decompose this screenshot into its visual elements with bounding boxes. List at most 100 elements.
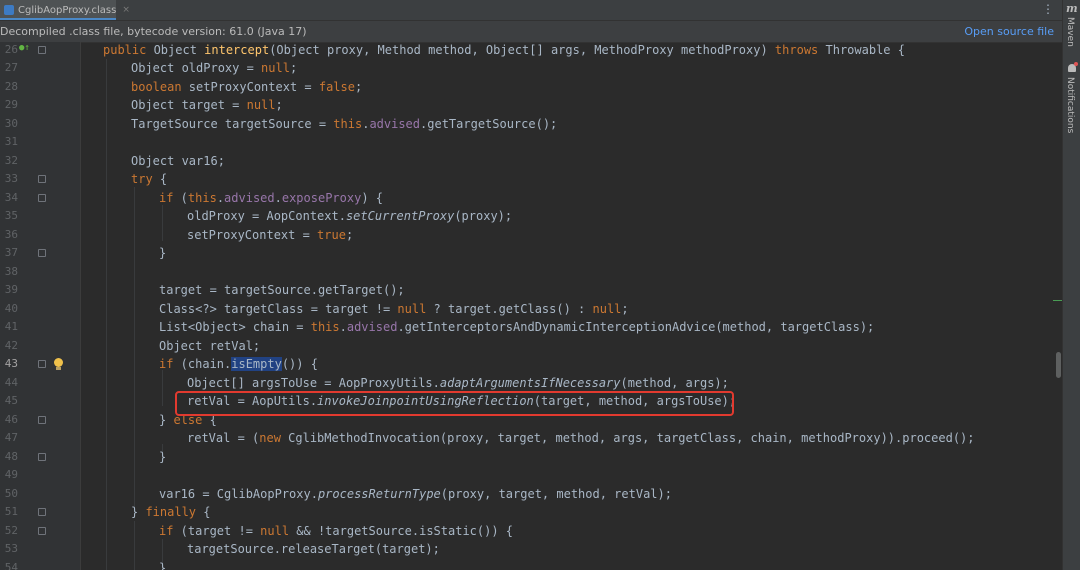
line-number: 30 bbox=[4, 117, 18, 130]
line-number: 50 bbox=[4, 487, 18, 500]
maven-tool-window-button[interactable]: Maven bbox=[1065, 17, 1075, 47]
code-line: 29 Object target = null; bbox=[0, 96, 1062, 114]
code-line: 27 Object oldProxy = null; bbox=[0, 59, 1062, 77]
maven-icon[interactable]: m bbox=[1066, 2, 1078, 15]
notifications-tool-window-button[interactable]: Notifications bbox=[1065, 77, 1075, 133]
line-number: 27 bbox=[4, 61, 18, 74]
lightbulb-base bbox=[56, 367, 61, 370]
code-line: 48 } bbox=[0, 448, 1062, 466]
line-number: 51 bbox=[4, 505, 18, 518]
line-number: 44 bbox=[4, 376, 18, 389]
fold-marker-icon[interactable] bbox=[38, 46, 46, 54]
code-line: 26 ●↑ public Object intercept(Object pro… bbox=[0, 42, 1062, 59]
editor-tab-bar: CglibAopProxy.class × ⋮ bbox=[0, 0, 1062, 21]
code-line: 37 } bbox=[0, 244, 1062, 262]
code-line: 40 Class<?> targetClass = target != null… bbox=[0, 300, 1062, 318]
line-number: 29 bbox=[4, 98, 18, 111]
code-line: 34 if (this.advised.exposeProxy) { bbox=[0, 189, 1062, 207]
code-text: setProxyContext = true; bbox=[187, 228, 354, 242]
line-number: 42 bbox=[4, 339, 18, 352]
line-number: 28 bbox=[4, 80, 18, 93]
code-line: 38 bbox=[0, 263, 1062, 281]
code-text: Object var16; bbox=[131, 154, 225, 168]
fold-marker-icon[interactable] bbox=[38, 416, 46, 424]
fold-marker-icon[interactable] bbox=[38, 453, 46, 461]
open-source-file-link[interactable]: Open source file bbox=[964, 25, 1054, 38]
code-line: 31 bbox=[0, 133, 1062, 151]
highlight-annotation-box bbox=[175, 391, 734, 416]
line-number: 35 bbox=[4, 209, 18, 222]
code-text: Object oldProxy = null; bbox=[131, 61, 298, 75]
line-number: 26 bbox=[4, 43, 18, 56]
code-line: 35 oldProxy = AopContext.setCurrentProxy… bbox=[0, 207, 1062, 225]
code-line: 44 Object[] argsToUse = AopProxyUtils.ad… bbox=[0, 374, 1062, 392]
fold-marker-icon[interactable] bbox=[38, 360, 46, 368]
line-number: 40 bbox=[4, 302, 18, 315]
notification-badge bbox=[1074, 62, 1078, 66]
fold-marker-icon[interactable] bbox=[38, 508, 46, 516]
lightbulb-icon[interactable] bbox=[54, 358, 63, 367]
vertical-scrollbar-thumb[interactable] bbox=[1056, 352, 1061, 378]
line-number: 48 bbox=[4, 450, 18, 463]
line-number: 46 bbox=[4, 413, 18, 426]
code-line: 53 targetSource.releaseTarget(target); bbox=[0, 540, 1062, 558]
code-line: 30 TargetSource targetSource = this.advi… bbox=[0, 115, 1062, 133]
code-text: Object retVal; bbox=[159, 339, 261, 353]
code-text: } finally { bbox=[131, 505, 211, 519]
tab-title: CglibAopProxy.class bbox=[18, 4, 117, 16]
code-line: 52 if (target != null && !targetSource.i… bbox=[0, 522, 1062, 540]
line-number: 39 bbox=[4, 283, 18, 296]
line-number: 43 bbox=[4, 357, 18, 370]
code-line: 33 try { bbox=[0, 170, 1062, 188]
code-text: } bbox=[159, 246, 167, 260]
code-text: targetSource.releaseTarget(target); bbox=[187, 542, 440, 556]
code-line: 32 Object var16; bbox=[0, 152, 1062, 170]
code-text: if (this.advised.exposeProxy) { bbox=[159, 191, 384, 205]
override-icon[interactable]: ●↑ bbox=[19, 43, 30, 53]
code-line: 42 Object retVal; bbox=[0, 337, 1062, 355]
line-number: 45 bbox=[4, 394, 18, 407]
code-line-current: 43 if (chain.isEmpty()) { bbox=[0, 355, 1062, 373]
line-number: 33 bbox=[4, 172, 18, 185]
code-line: 47 retVal = (new CglibMethodInvocation(p… bbox=[0, 429, 1062, 447]
code-text: boolean setProxyContext = false; bbox=[131, 80, 363, 94]
code-text: retVal = (new CglibMethodInvocation(prox… bbox=[187, 431, 975, 445]
code-text: Class<?> targetClass = target != null ? … bbox=[159, 302, 629, 316]
close-icon[interactable]: × bbox=[122, 5, 130, 15]
line-number: 38 bbox=[4, 265, 18, 278]
banner-text: Decompiled .class file, bytecode version… bbox=[0, 25, 307, 38]
code-line: 51 } finally { bbox=[0, 503, 1062, 521]
line-number: 31 bbox=[4, 135, 18, 148]
code-editor[interactable]: 26 ●↑ public Object intercept(Object pro… bbox=[0, 42, 1062, 570]
code-line: 36 setProxyContext = true; bbox=[0, 226, 1062, 244]
line-number: 32 bbox=[4, 154, 18, 167]
change-marker bbox=[1053, 300, 1062, 301]
fold-marker-icon[interactable] bbox=[38, 527, 46, 535]
code-line: 39 target = targetSource.getTarget(); bbox=[0, 281, 1062, 299]
fold-marker-icon[interactable] bbox=[38, 249, 46, 257]
line-number: 49 bbox=[4, 468, 18, 481]
decompiled-banner: Decompiled .class file, bytecode version… bbox=[0, 21, 1062, 43]
line-number: 41 bbox=[4, 320, 18, 333]
more-options-icon[interactable]: ⋮ bbox=[1042, 2, 1054, 16]
code-text: target = targetSource.getTarget(); bbox=[159, 283, 405, 297]
code-line: 54 } bbox=[0, 559, 1062, 570]
code-text: } bbox=[159, 450, 167, 464]
code-text: if (chain.isEmpty()) { bbox=[159, 357, 318, 371]
code-text: TargetSource targetSource = this.advised… bbox=[131, 117, 558, 131]
line-number: 54 bbox=[4, 561, 18, 570]
code-text: public Object intercept(Object proxy, Me… bbox=[103, 43, 905, 57]
code-text: List<Object> chain = this.advised.getInt… bbox=[159, 320, 875, 334]
line-number: 47 bbox=[4, 431, 18, 444]
code-line: 41 List<Object> chain = this.advised.get… bbox=[0, 318, 1062, 336]
fold-marker-icon[interactable] bbox=[38, 175, 46, 183]
code-line: 49 bbox=[0, 466, 1062, 484]
code-text: } bbox=[159, 561, 167, 570]
code-text: if (target != null && !targetSource.isSt… bbox=[159, 524, 514, 538]
code-text: try { bbox=[131, 172, 168, 186]
tab-cglibaopproxy-class[interactable]: CglibAopProxy.class × bbox=[0, 0, 130, 20]
fold-marker-icon[interactable] bbox=[38, 194, 46, 202]
line-number: 37 bbox=[4, 246, 18, 259]
line-number: 34 bbox=[4, 191, 18, 204]
code-text: var16 = CglibAopProxy.processReturnType(… bbox=[159, 487, 672, 501]
